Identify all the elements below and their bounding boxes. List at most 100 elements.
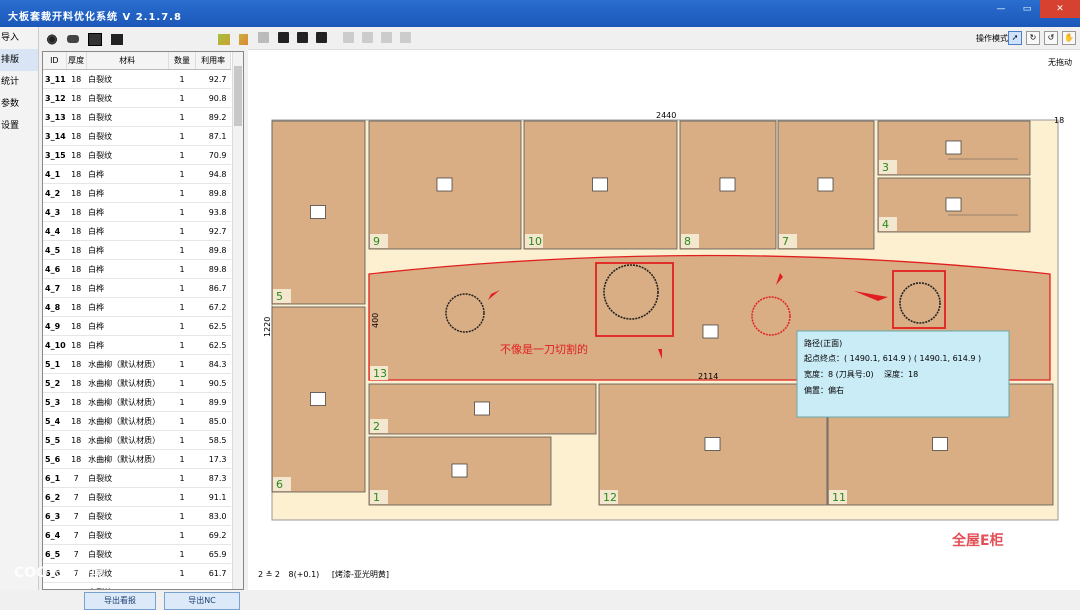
part-number: 9 (373, 235, 380, 248)
nav-import[interactable]: 导入 (0, 27, 38, 49)
cell-utilization: 70.9 (195, 145, 231, 165)
col-header-quantity[interactable]: 数量 (168, 52, 197, 70)
cell-material: 白桦 (86, 316, 169, 336)
export-nc-button[interactable]: 导出NC (164, 592, 240, 610)
part-number: 2 (373, 420, 380, 433)
cell-material: 白桦 (86, 335, 169, 355)
table-row[interactable]: 4_10 18 白桦 1 62.5 (43, 335, 231, 355)
maximize-button[interactable]: ▭ (1014, 0, 1040, 18)
col-header-thickness[interactable]: 厚度 (66, 52, 87, 70)
table-row[interactable]: 4_5 18 白桦 1 89.8 (43, 240, 231, 260)
col-header-material[interactable]: 材料 (86, 52, 169, 70)
board-drawing[interactable]: 2440 18 1220 5 6 9 10 8 7 3 4 2 1 12 11 13 400 2114 不像是一刀切… (248, 87, 1080, 587)
cell-quantity: 1 (168, 354, 196, 374)
label-icon (474, 401, 490, 416)
cell-quantity: 1 (168, 563, 196, 583)
cell-thickness: 7 (66, 544, 87, 564)
cell-thickness: 18 (66, 240, 87, 260)
cell-quantity: 1 (168, 240, 196, 260)
table-row[interactable]: 4_2 18 白桦 1 89.8 (43, 183, 231, 203)
zoom-out-icon[interactable] (297, 32, 308, 43)
zoom-in-icon[interactable] (278, 32, 289, 43)
part-number: 7 (782, 235, 789, 248)
table-row[interactable]: 3_14 18 白裂纹 1 87.1 (43, 126, 231, 146)
cell-thickness: 7 (66, 582, 87, 589)
cell-thickness: 7 (66, 525, 87, 545)
table-row[interactable]: 6_3 7 白裂纹 1 83.0 (43, 506, 231, 526)
table-row[interactable]: 6_1 7 白裂纹 1 87.3 (43, 468, 231, 488)
fit-icon[interactable] (316, 32, 327, 43)
cell-id: 3_15 (43, 145, 67, 165)
nav-settings[interactable]: 设置 (0, 115, 38, 137)
export-report-button[interactable]: 导出看报 (84, 592, 156, 610)
table-row[interactable]: 6_2 7 白裂纹 1 91.1 (43, 487, 231, 507)
cell-material: 白桦 (86, 164, 169, 184)
cell-material: 白裂纹 (86, 126, 169, 146)
nav-params[interactable]: 参数 (0, 93, 38, 115)
table-row[interactable]: 5_4 18 水曲柳（默认材质） 1 85.0 (43, 411, 231, 431)
cell-utilization: 86.7 (195, 278, 231, 298)
col-header-id[interactable]: ID (43, 52, 67, 70)
cell-id: 4_9 (43, 316, 67, 336)
table-row[interactable]: 5_5 18 水曲柳（默认材质） 1 58.5 (43, 430, 231, 450)
hand-icon[interactable]: ✋ (1062, 31, 1076, 45)
save-icon[interactable] (111, 33, 123, 45)
close-button[interactable]: ✕ (1040, 0, 1080, 18)
image-icon[interactable] (88, 32, 102, 46)
cell-id: 4_4 (43, 221, 67, 241)
table-row[interactable]: 6_5 7 白裂纹 1 65.9 (43, 544, 231, 564)
col-header-utilization[interactable]: 利用率 (195, 52, 231, 70)
table-row[interactable]: 3_11 18 白裂纹 1 92.7 (43, 69, 231, 89)
table-row[interactable]: 5_3 18 水曲柳（默认材质） 1 89.9 (43, 392, 231, 412)
table-row[interactable]: 3_15 18 白裂纹 1 70.9 (43, 145, 231, 165)
pointer-mode-icon[interactable]: ➚ (1008, 31, 1022, 45)
gear-icon[interactable] (46, 33, 58, 45)
cell-thickness: 18 (66, 430, 87, 450)
cell-utilization: 89.8 (195, 259, 231, 279)
cell-thickness: 18 (66, 278, 87, 298)
part-number: 13 (373, 367, 387, 380)
rotate-cw-icon[interactable]: ↻ (1026, 31, 1040, 45)
table-row[interactable]: 6_4 7 白裂纹 1 69.2 (43, 525, 231, 545)
print-disabled-icon (381, 32, 392, 43)
tooltip-depth: 深度：18 (884, 369, 918, 379)
export-disabled-icon (400, 32, 411, 43)
scrollbar-thumb[interactable] (234, 66, 242, 126)
save-disabled-icon (258, 32, 269, 43)
cell-thickness: 7 (66, 506, 87, 526)
table-row[interactable]: 4_7 18 白桦 1 86.7 (43, 278, 231, 298)
table-row[interactable]: 5_1 18 水曲柳（默认材质） 1 84.3 (43, 354, 231, 374)
table-header: ID 厚度 材料 数量 利用率 (43, 52, 231, 70)
cell-id: 6_1 (43, 468, 67, 488)
table-row[interactable]: 4_3 18 白桦 1 93.8 (43, 202, 231, 222)
cell-utilization: 89.2 (195, 107, 231, 127)
cell-thickness: 18 (66, 335, 87, 355)
broom-icon[interactable] (218, 33, 230, 45)
table-row[interactable]: 4_1 18 白桦 1 94.8 (43, 164, 231, 184)
nav-layout[interactable]: 排版 (0, 49, 38, 71)
rotate-ccw-icon[interactable]: ↺ (1044, 31, 1058, 45)
table-row[interactable]: 4_6 18 白桦 1 89.8 (43, 259, 231, 279)
cell-quantity: 1 (168, 506, 196, 526)
nav-stats[interactable]: 统计 (0, 71, 38, 93)
canvas-toolbar: 操作模式： ➚ ↻ ↺ ✋ (248, 27, 1080, 50)
table-row[interactable]: 4_4 18 白桦 1 92.7 (43, 221, 231, 241)
cell-utilization: 89.8 (195, 240, 231, 260)
cell-utilization: 58.5 (195, 430, 231, 450)
cell-material: 水曲柳（默认材质） (86, 411, 169, 431)
layers-icon[interactable] (67, 35, 79, 43)
cell-id: 3_11 (43, 69, 67, 89)
cell-utilization: 62.5 (195, 335, 231, 355)
table-row[interactable]: 3_12 18 白裂纹 1 90.8 (43, 88, 231, 108)
part-number: 4 (882, 218, 889, 231)
table-scrollbar[interactable] (232, 52, 243, 589)
cell-material: 白桦 (86, 259, 169, 279)
table-row[interactable]: 4_9 18 白桦 1 62.5 (43, 316, 231, 336)
table-row[interactable]: 3_13 18 白裂纹 1 89.2 (43, 107, 231, 127)
table-row[interactable]: 5_6 18 水曲柳（默认材质） 1 17.3 (43, 449, 231, 469)
table-row[interactable]: 4_8 18 白桦 1 67.2 (43, 297, 231, 317)
minimize-button[interactable]: — (988, 0, 1014, 18)
table-row[interactable]: 6_77白裂纹161.0 (43, 582, 231, 589)
table-row[interactable]: 5_2 18 水曲柳（默认材质） 1 90.5 (43, 373, 231, 393)
tooltip-offset: 偏置：偏右 (804, 385, 844, 395)
